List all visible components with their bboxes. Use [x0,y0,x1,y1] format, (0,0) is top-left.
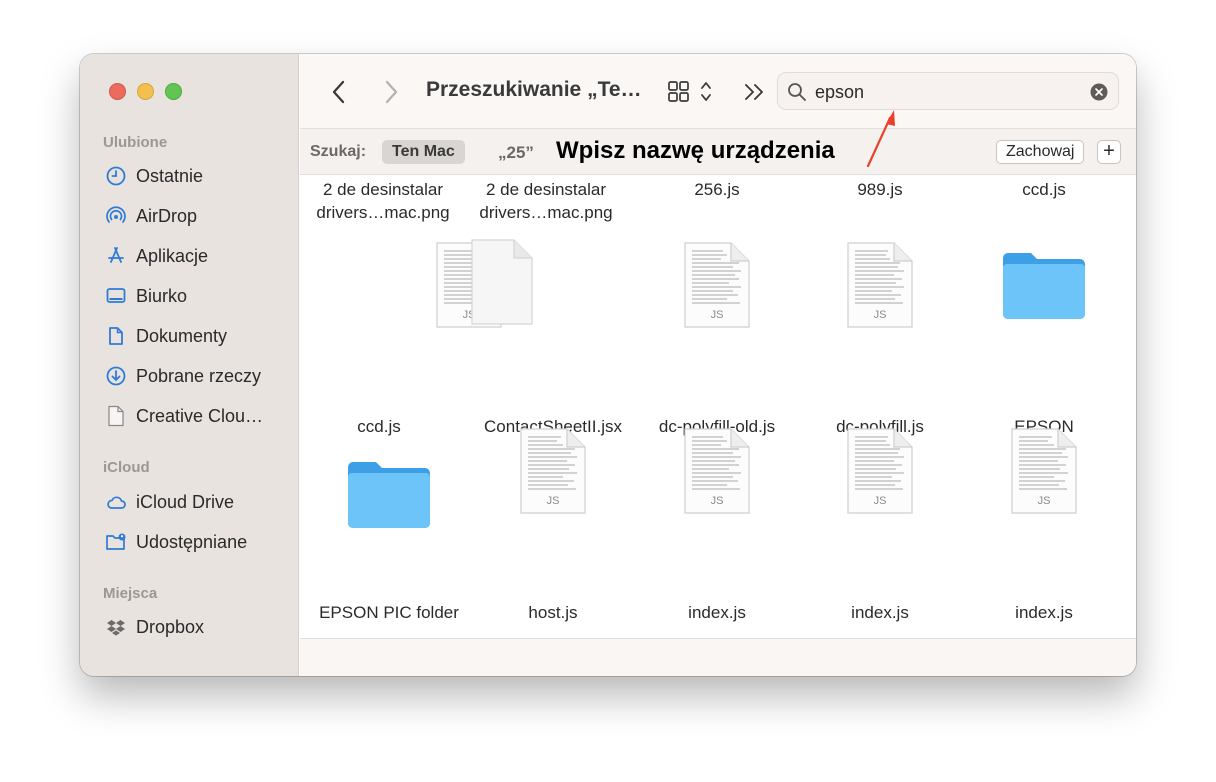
sidebar-item-label: Dropbox [136,616,205,637]
sidebar: Ulubione Ostatnie AirDrop Aplikacje Biur… [80,54,299,676]
toolbar: Przeszukiwanie „Te… [300,54,1136,129]
sidebar-item-label: Creative Clou… [136,405,264,426]
file-item[interactable]: 256.js [637,178,797,201]
svg-text:JS: JS [711,309,724,321]
file-label: host.js [528,603,578,622]
sidebar-item-airdrop[interactable]: AirDrop [105,203,197,229]
sidebar-item-label: Pobrane rzeczy [136,365,262,386]
window-title: Przeszukiwanie „Te… [426,78,642,101]
main-area: Przeszukiwanie „Te… Szukaj: Ten Mac „25”… [300,54,1136,676]
annotation-text: Wpisz nazwę urządzenia [556,137,835,164]
file-item[interactable]: 2 de desinstalar drivers…mac.png [466,178,626,224]
file-label: EPSON PIC folder [319,603,459,622]
search-icon [788,83,806,101]
view-options-icon[interactable] [666,78,722,106]
blank-file-icon [471,239,533,325]
download-icon [106,366,126,386]
file-label: index.js [1015,603,1073,622]
shared-folder-icon [106,533,126,550]
sidebar-item-documents[interactable]: Dokumenty [105,323,227,349]
file-item[interactable]: host.js [473,601,633,624]
sidebar-item-downloads[interactable]: Pobrane rzeczy [105,363,261,389]
scope-this-mac-button[interactable]: Ten Mac [382,140,465,164]
sidebar-item-applications[interactable]: Aplikacje [105,243,208,269]
applications-icon [108,247,124,263]
sidebar-item-label: Dokumenty [136,325,228,346]
sidebar-section-favorites: Ulubione [103,134,168,151]
folder-icon [1003,253,1085,319]
search-scope-bar: Szukaj: Ten Mac „25” Wpisz nazwę urządze… [300,129,1136,175]
desktop-icon [106,288,126,303]
sidebar-item-label: Udostępniane [136,531,248,552]
file-label: 2 de desinstalar drivers…mac.png [316,180,450,222]
file-item[interactable]: ccd.js [300,415,459,438]
sidebar-item-label: iCloud Drive [136,491,235,512]
close-window-button[interactable] [109,83,126,100]
file-label: index.js [851,603,909,622]
js-file-icon: JS [520,428,586,514]
js-file-icon: JS [847,242,913,328]
sidebar-item-label: Biurko [136,285,188,306]
clock-icon [106,166,126,186]
sidebar-item-recents[interactable]: Ostatnie [105,163,203,189]
file-item[interactable]: EPSON PIC folder [309,601,469,624]
sidebar-item-dropbox[interactable]: Dropbox [105,614,204,640]
dropbox-icon [107,620,125,636]
add-criteria-button[interactable]: + [1097,140,1121,164]
sidebar-item-creative-cloud[interactable]: Creative Clou… [105,403,263,429]
svg-text:JS: JS [874,495,887,507]
finder-window: Ulubione Ostatnie AirDrop Aplikacje Biur… [80,54,1136,676]
more-toolbar-items-icon[interactable] [742,80,768,104]
file-label: ccd.js [1022,180,1066,199]
file-item[interactable]: ccd.js [964,178,1124,201]
file-item[interactable]: index.js [964,601,1124,624]
file-item[interactable]: 989.js [800,178,960,201]
js-file-icon: JS [684,242,750,328]
sidebar-item-shared[interactable]: Udostępniane [105,529,247,555]
file-label: ccd.js [357,417,401,436]
cloud-icon [107,496,126,509]
scope-folder-button[interactable]: „25” [498,143,534,163]
sidebar-item-label: AirDrop [136,205,198,226]
window-controls [109,83,182,100]
minimize-window-button[interactable] [137,83,154,100]
js-file-icon: JS [847,428,913,514]
sidebar-section-places: Miejsca [103,585,158,602]
search-input[interactable] [815,80,1075,104]
search-field[interactable] [777,72,1119,110]
back-chevron-icon[interactable] [328,78,350,106]
svg-text:JS: JS [547,495,560,507]
svg-text:JS: JS [874,309,887,321]
file-item[interactable]: index.js [800,601,960,624]
sidebar-item-desktop[interactable]: Biurko [105,283,187,309]
file-item[interactable]: index.js [637,601,797,624]
clear-search-icon[interactable] [1090,83,1108,101]
zoom-window-button[interactable] [165,83,182,100]
forward-chevron-icon[interactable] [380,78,402,106]
airdrop-icon [106,206,126,224]
sidebar-section-icloud: iCloud [103,459,150,476]
sidebar-item-icloud-drive[interactable]: iCloud Drive [105,489,234,515]
file-grid: 2 de desinstalar drivers…mac.png 2 de de… [300,176,1136,638]
js-file-icon: JS [684,428,750,514]
folder-icon [348,462,430,528]
file-label: index.js [688,603,746,622]
document-icon [109,327,123,345]
js-file-icon: JS [1011,428,1077,514]
search-scope-label: Szukaj: [310,143,367,160]
file-item[interactable]: 2 de desinstalar drivers…mac.png [303,178,463,224]
file-icon [108,405,124,427]
sidebar-item-label: Ostatnie [136,165,204,186]
save-search-button[interactable]: Zachowaj [996,140,1085,164]
annotation-arrow-icon [866,110,895,168]
svg-text:JS: JS [711,495,724,507]
sidebar-item-label: Aplikacje [136,245,209,266]
status-bar [300,638,1136,676]
svg-text:JS: JS [1038,495,1051,507]
file-label: 256.js [694,180,740,199]
file-label: 2 de desinstalar drivers…mac.png [479,180,613,222]
file-label: 989.js [857,180,903,199]
